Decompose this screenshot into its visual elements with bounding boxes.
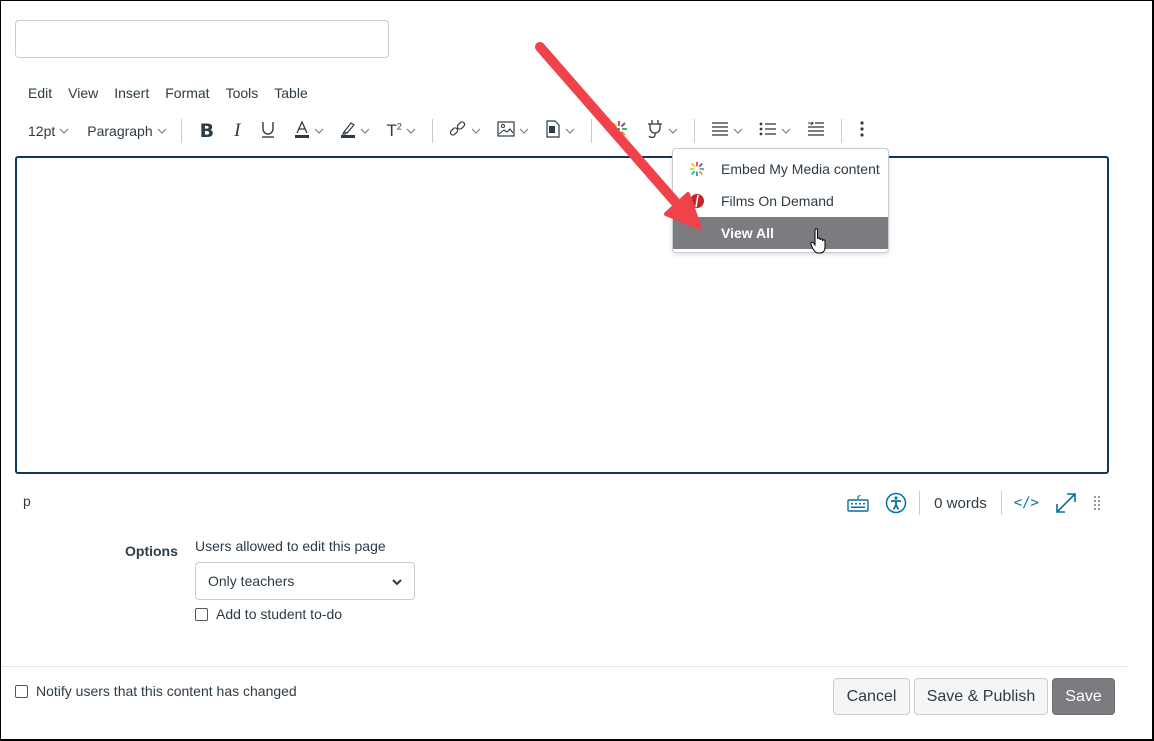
student-todo-checkbox[interactable] (195, 607, 208, 621)
align-icon (711, 121, 729, 141)
student-todo-label[interactable]: Add to student to-do (216, 606, 342, 622)
films-on-demand-icon (673, 193, 721, 209)
status-separator (919, 491, 921, 515)
html-editor-icon[interactable]: </> (1006, 495, 1047, 511)
chevron-down-icon (519, 126, 529, 136)
underline-button[interactable] (250, 116, 286, 146)
toolbar-separator (431, 119, 433, 143)
my-media-button[interactable] (600, 116, 638, 146)
menu-view[interactable]: View (60, 82, 106, 104)
menu-item-label: Films On Demand (721, 193, 834, 209)
fullscreen-icon[interactable] (1047, 492, 1085, 514)
bold-button[interactable]: B (190, 116, 224, 146)
save-button[interactable]: Save (1052, 678, 1115, 715)
image-icon (497, 120, 515, 142)
document-button[interactable] (537, 116, 583, 146)
menu-item-label: View All (721, 225, 774, 241)
menu-format[interactable]: Format (157, 82, 217, 104)
indent-icon (807, 120, 825, 141)
toolbar-separator (590, 119, 592, 143)
cancel-button[interactable]: Cancel (833, 678, 910, 715)
menu-item-embed-my-media[interactable]: Embed My Media content (673, 153, 888, 185)
list-icon (759, 122, 777, 141)
notify-users-label[interactable]: Notify users that this content has chang… (36, 683, 297, 699)
accessibility-icon[interactable] (877, 492, 915, 514)
save-and-publish-button[interactable]: Save & Publish (914, 678, 1048, 715)
chevron-down-icon (59, 126, 69, 136)
hand-pointer-cursor-icon (810, 228, 826, 254)
status-separator (1000, 491, 1002, 515)
page-title-input[interactable] (15, 20, 389, 58)
apps-dropdown-menu: Embed My Media content Films On Demand V… (672, 148, 889, 253)
toolbar-separator (693, 119, 695, 143)
edit-permission-select[interactable]: Only teachers (195, 562, 415, 600)
more-vertical-icon (860, 120, 864, 142)
menu-item-label: Embed My Media content (721, 161, 880, 177)
underline-icon (260, 120, 276, 143)
rich-content-editor[interactable] (15, 156, 1109, 474)
student-todo-row: Add to student to-do (195, 606, 342, 622)
text-color-icon (294, 119, 310, 143)
menu-table[interactable]: Table (266, 82, 315, 104)
menu-tools[interactable]: Tools (218, 82, 267, 104)
chevron-down-icon (157, 126, 167, 136)
element-path[interactable]: p (23, 493, 31, 509)
chevron-down-icon (565, 126, 575, 136)
resize-handle-icon[interactable] (1085, 495, 1109, 511)
edit-permission-value: Only teachers (208, 573, 295, 589)
highlight-color-button[interactable] (332, 116, 378, 146)
font-size-select[interactable]: 12pt (22, 116, 75, 146)
menu-item-view-all[interactable]: View All (673, 217, 888, 249)
toolbar-separator (180, 119, 182, 143)
font-size-value: 12pt (28, 123, 56, 139)
editor-statusbar: p 0 words </> (15, 486, 1109, 520)
plug-icon (646, 119, 664, 144)
chevron-down-icon (471, 126, 481, 136)
superscript-button[interactable]: T2 (378, 116, 423, 146)
keyboard-icon[interactable] (839, 494, 877, 512)
menu-insert[interactable]: Insert (106, 82, 157, 104)
notify-row: Notify users that this content has chang… (15, 683, 297, 699)
italic-icon: I (234, 120, 241, 141)
chevron-down-icon (406, 126, 416, 136)
superscript-icon: T2 (386, 121, 402, 140)
options-label: Options (125, 543, 178, 559)
chevron-down-icon (781, 126, 791, 136)
image-button[interactable] (489, 116, 537, 146)
link-button[interactable] (441, 116, 489, 146)
kaltura-icon (610, 120, 628, 143)
editor-toolbar: 12pt Paragraph B I T2 (22, 116, 874, 146)
bold-icon: B (199, 120, 215, 142)
align-button[interactable] (703, 116, 751, 146)
footer-divider (0, 666, 1127, 667)
menu-item-films-on-demand[interactable]: Films On Demand (673, 185, 888, 217)
text-color-button[interactable] (286, 116, 332, 146)
chevron-down-icon (392, 573, 402, 589)
edit-permission-label: Users allowed to edit this page (195, 538, 386, 554)
chevron-down-icon (360, 126, 370, 136)
block-format-select[interactable]: Paragraph (81, 116, 172, 146)
more-button[interactable] (850, 116, 874, 146)
italic-button[interactable]: I (224, 116, 250, 146)
block-format-value: Paragraph (87, 123, 153, 139)
document-icon (545, 119, 561, 143)
editor-menubar: Edit View Insert Format Tools Table (20, 82, 316, 104)
kaltura-icon (673, 161, 721, 177)
menu-edit[interactable]: Edit (20, 82, 60, 104)
notify-users-checkbox[interactable] (15, 684, 28, 698)
indent-button[interactable] (799, 116, 833, 146)
chevron-down-icon (668, 126, 678, 136)
chevron-down-icon (314, 126, 324, 136)
word-count: 0 words (934, 494, 987, 512)
chevron-down-icon (733, 126, 743, 136)
toolbar-separator (840, 119, 842, 143)
link-icon (449, 120, 467, 143)
list-button[interactable] (751, 116, 799, 146)
highlight-icon (340, 120, 356, 143)
apps-button[interactable] (638, 116, 686, 146)
